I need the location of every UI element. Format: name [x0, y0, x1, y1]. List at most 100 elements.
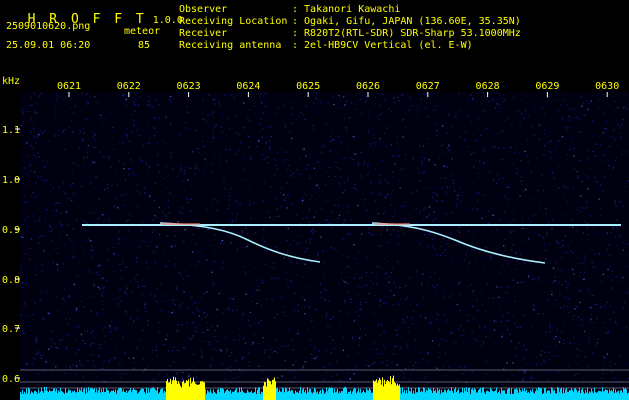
level-bar	[560, 388, 561, 400]
level-bar	[574, 388, 575, 400]
level-bar	[84, 388, 85, 400]
level-bar	[495, 390, 496, 400]
level-bar	[246, 393, 247, 400]
level-bar	[278, 391, 279, 400]
y-tick-label: 1.0	[2, 175, 20, 186]
level-bar	[519, 388, 520, 400]
level-bar	[573, 392, 574, 400]
level-bar	[412, 393, 413, 400]
level-bar	[54, 388, 55, 400]
level-bar	[146, 387, 147, 400]
level-bar	[163, 392, 164, 400]
level-bar	[547, 390, 548, 400]
level-bar	[161, 388, 162, 400]
level-bar	[36, 391, 37, 400]
level-bar	[294, 393, 295, 400]
level-bar	[26, 388, 27, 400]
level-bar	[135, 390, 136, 400]
level-bar	[33, 393, 34, 400]
level-bar	[260, 394, 261, 400]
level-bar	[129, 390, 130, 400]
level-bar	[311, 392, 312, 400]
level-bar	[59, 391, 60, 400]
level-bar	[355, 388, 356, 400]
level-bar	[423, 387, 424, 400]
level-bar	[124, 392, 125, 400]
level-bar	[397, 383, 398, 400]
level-bar	[280, 391, 281, 400]
level-bar	[534, 393, 535, 400]
level-bar	[310, 389, 311, 400]
level-bar	[193, 377, 194, 400]
level-bar	[571, 388, 572, 400]
level-bar	[398, 385, 399, 400]
level-bar	[57, 393, 58, 400]
level-bar	[354, 387, 355, 400]
level-bar	[339, 391, 340, 400]
level-bar	[459, 393, 460, 400]
level-bar	[443, 392, 444, 400]
level-bar	[622, 392, 623, 400]
level-bar	[95, 392, 96, 400]
level-bar	[403, 392, 404, 400]
level-bar	[583, 391, 584, 400]
level-bar	[274, 377, 275, 400]
level-bar	[537, 390, 538, 400]
level-bar	[138, 392, 139, 400]
level-bar	[433, 387, 434, 400]
level-bar	[473, 390, 474, 400]
level-bar	[333, 392, 334, 400]
y-axis-unit: kHz	[2, 76, 20, 87]
level-bar	[94, 388, 95, 400]
level-bar	[414, 393, 415, 400]
level-bar	[23, 394, 24, 400]
level-bar	[283, 388, 284, 400]
level-bar	[118, 388, 119, 400]
level-bar	[601, 391, 602, 400]
level-bar	[590, 392, 591, 400]
level-bar	[464, 388, 465, 400]
x-tick-label: 0624	[236, 81, 260, 92]
level-bar	[382, 377, 383, 400]
level-bar	[123, 389, 124, 400]
level-bar	[416, 392, 417, 400]
level-bar	[586, 392, 587, 400]
level-bar	[380, 379, 381, 400]
level-bar	[101, 388, 102, 400]
level-bar	[497, 393, 498, 400]
level-bar	[335, 392, 336, 400]
level-bar	[366, 388, 367, 400]
level-bar	[385, 383, 386, 400]
level-bar	[353, 389, 354, 400]
level-bar	[195, 383, 196, 400]
level-bar	[592, 391, 593, 400]
level-bar	[523, 391, 524, 400]
level-bar	[284, 392, 285, 400]
level-bar	[269, 380, 270, 400]
level-bar	[263, 385, 264, 400]
level-bar	[533, 392, 534, 400]
level-bar	[352, 391, 353, 400]
level-bar	[113, 389, 114, 400]
level-bar	[39, 392, 40, 400]
level-bar	[585, 390, 586, 400]
level-bar	[405, 393, 406, 400]
level-bar	[97, 392, 98, 400]
level-bar	[147, 393, 148, 400]
level-bar	[436, 392, 437, 400]
level-bar	[580, 393, 581, 400]
x-tick-label: 0625	[296, 81, 320, 92]
level-bar	[402, 387, 403, 400]
level-bar	[554, 389, 555, 400]
level-bar	[79, 388, 80, 400]
level-bar	[132, 390, 133, 400]
level-bar	[425, 392, 426, 400]
level-bar	[478, 390, 479, 400]
level-bar	[444, 389, 445, 400]
level-bar	[570, 390, 571, 400]
level-bar	[471, 389, 472, 400]
level-bar	[241, 387, 242, 400]
level-bar	[40, 391, 41, 400]
level-bar	[236, 388, 237, 400]
level-bar	[467, 392, 468, 400]
